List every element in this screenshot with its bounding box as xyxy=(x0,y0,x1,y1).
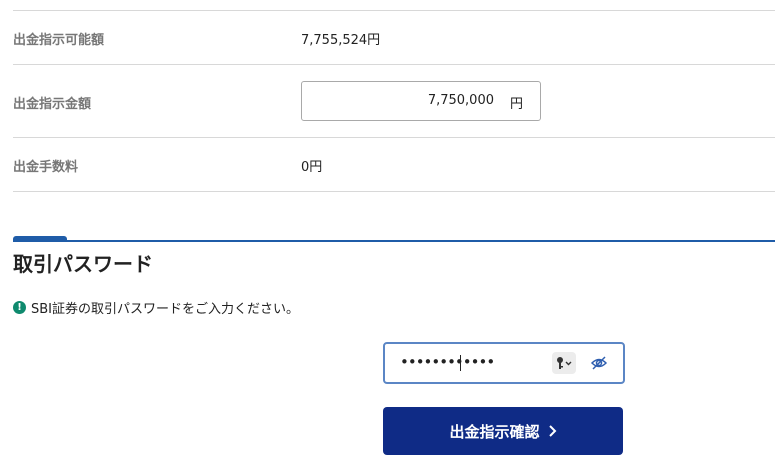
divider xyxy=(13,10,775,11)
text-caret xyxy=(460,355,461,371)
section-title: 取引パスワード xyxy=(13,252,153,276)
confirm-button-label: 出金指示確認 xyxy=(449,422,540,441)
eye-slash-icon[interactable] xyxy=(589,354,609,372)
exclamation-icon: ! xyxy=(13,301,26,314)
confirm-withdrawal-button[interactable]: 出金指示確認 xyxy=(383,407,623,455)
available-amount-value: 7,755,524円 xyxy=(301,33,381,48)
notice-text: SBI証券の取引パスワードをご入力ください。 xyxy=(31,302,300,317)
chevron-right-icon xyxy=(548,424,557,438)
withdrawal-amount-input[interactable]: 7,750,000 円 xyxy=(301,81,541,121)
withdrawal-fee-label: 出金手数料 xyxy=(13,160,79,175)
withdrawal-amount-unit: 円 xyxy=(509,97,523,112)
password-input[interactable]: •••••••••••• xyxy=(383,342,625,384)
divider xyxy=(13,137,775,138)
withdrawal-fee-value: 0円 xyxy=(301,160,323,175)
divider xyxy=(13,64,775,65)
divider xyxy=(13,191,775,192)
key-icon[interactable] xyxy=(552,352,576,374)
withdrawal-amount-label: 出金指示金額 xyxy=(13,97,92,112)
withdrawal-amount-value[interactable]: 7,750,000 xyxy=(428,93,494,108)
available-amount-label: 出金指示可能額 xyxy=(13,33,105,48)
password-value[interactable]: •••••••••••• xyxy=(400,353,495,371)
password-notice: ! SBI証券の取引パスワードをご入力ください。 xyxy=(13,298,299,317)
section-divider xyxy=(13,240,775,242)
